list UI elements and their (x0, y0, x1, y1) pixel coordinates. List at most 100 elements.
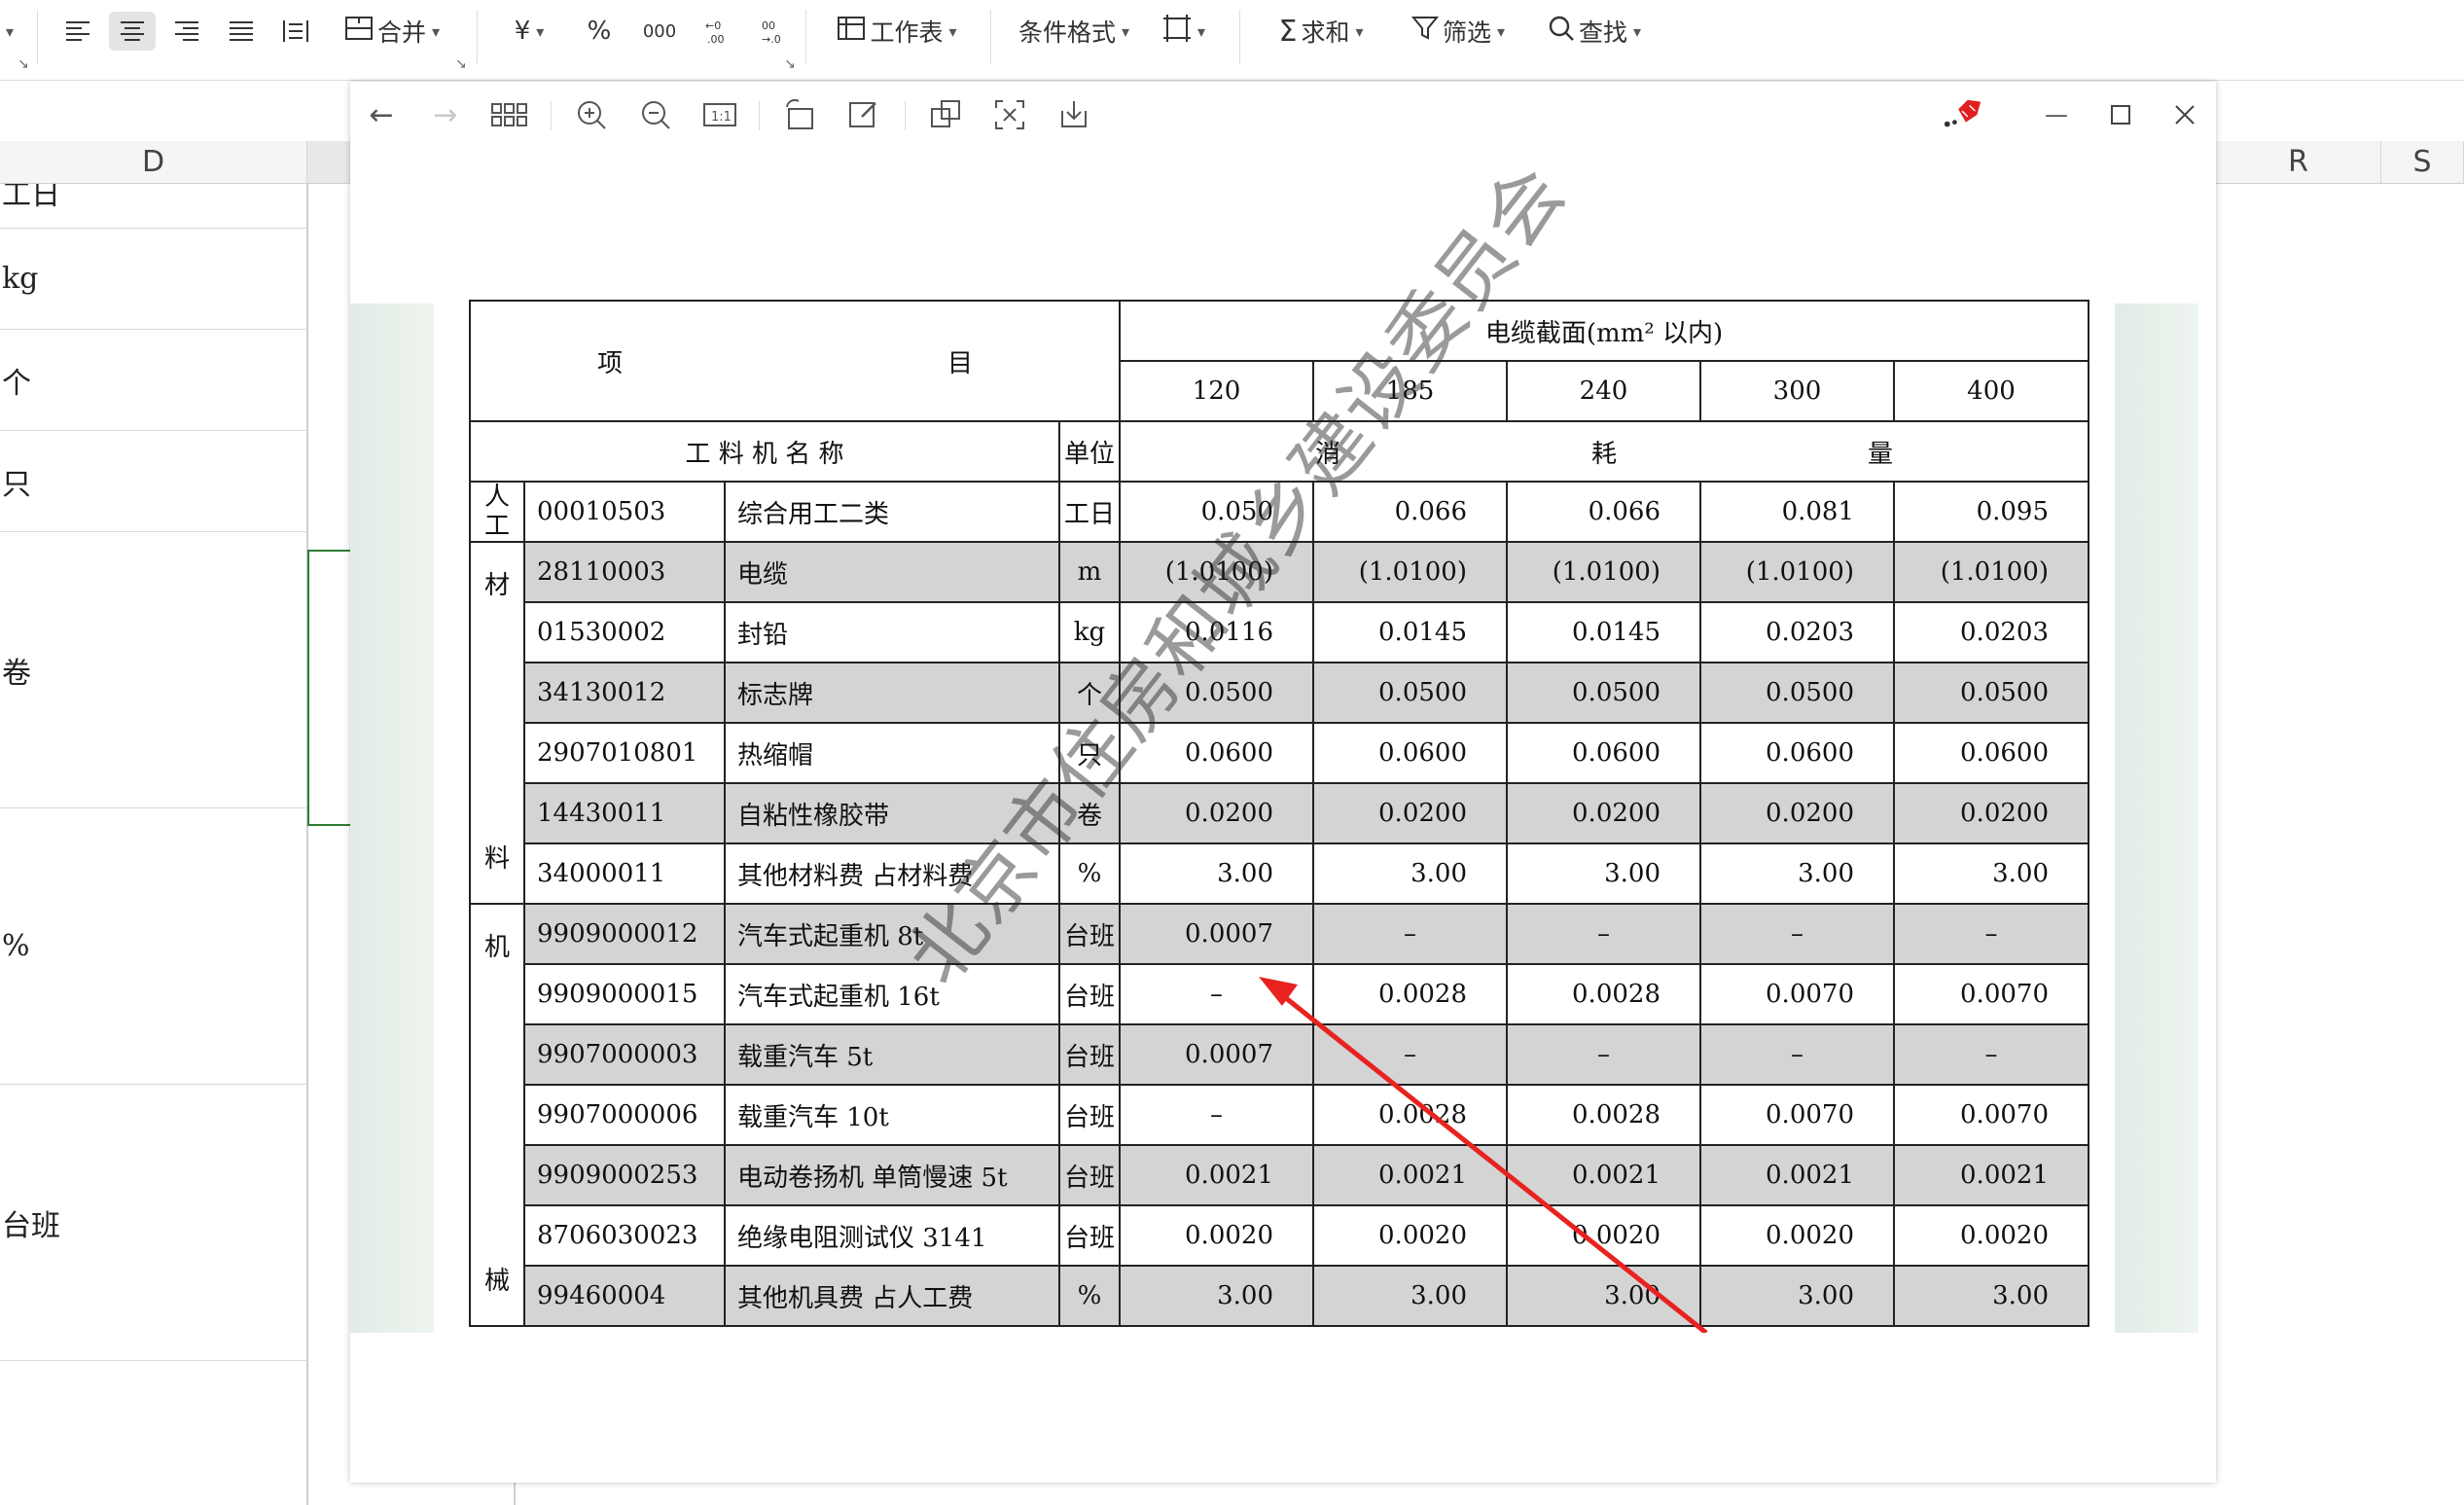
item-code: 9909000012 (523, 903, 726, 965)
consumption-value: 3.00 (1699, 1265, 1895, 1327)
zoom-out-icon[interactable] (634, 93, 677, 136)
sum-button[interactable]: Σ 求和 ▾ (1263, 12, 1379, 51)
item-code: 9907000003 (523, 1023, 726, 1086)
screenshot-icon[interactable] (988, 93, 1031, 136)
border-icon (1162, 14, 1192, 50)
item-name: 其他机具费 占人工费 (724, 1265, 1060, 1327)
percent-format-button[interactable]: % (576, 12, 623, 51)
align-center-icon[interactable] (109, 12, 156, 51)
sheet-cell[interactable]: 台班 (0, 1085, 307, 1361)
size-header: 185 (1312, 360, 1508, 422)
chevron-down-icon: ▾ (1121, 21, 1130, 41)
item-unit: 台班 (1058, 903, 1121, 965)
size-header: 400 (1893, 360, 2089, 422)
column-header-d[interactable]: D (0, 141, 307, 184)
consumption-value: 0.0145 (1312, 601, 1508, 663)
sheet-cell[interactable]: 卷 (0, 532, 307, 808)
chevron-down-icon[interactable]: ▾ (0, 12, 14, 51)
item-unit: 台班 (1058, 1144, 1121, 1206)
item-unit: 工日 (1058, 481, 1121, 543)
table-row: 9907000006 载重汽车 10t 台班 –0.0028 0.0028 0.0070 0… (470, 1084, 2089, 1146)
column-label: R (2288, 145, 2308, 179)
item-name: 汽车式起重机 8t (724, 903, 1060, 965)
cell-text: 工日 (2, 184, 60, 212)
image-tools-icon[interactable] (924, 93, 967, 136)
item-name: 电缆 (724, 541, 1060, 603)
consumption-value: 0.0500 (1699, 662, 1895, 724)
consumption-char: 量 (1867, 439, 1893, 469)
zoom-in-icon[interactable] (570, 93, 613, 136)
maximize-icon[interactable] (2099, 93, 2142, 136)
increase-decimal-icon[interactable]: ←0.00 (693, 12, 743, 51)
minimize-icon[interactable]: — (2035, 93, 2078, 136)
image-edge-left (350, 304, 434, 1333)
item-code: 8706030023 (523, 1204, 726, 1267)
consumption-value: – (1506, 903, 1701, 965)
distributed-align-icon[interactable] (274, 12, 317, 51)
dialog-launcher-icon[interactable]: ↘ (455, 56, 467, 72)
column-header[interactable] (307, 141, 356, 184)
conditional-format-button[interactable]: 条件格式 ▾ (1012, 12, 1132, 51)
grid-view-icon[interactable] (488, 93, 531, 136)
item-name: 综合用工二类 (724, 481, 1060, 543)
table-row: 8706030023 绝缘电阻测试仪 3141 台班 0.0020 0.0020 0.00… (470, 1204, 2089, 1267)
consumption-value: 0.0020 (1312, 1204, 1508, 1267)
item-name: 电动卷扬机 单筒慢速 5t (724, 1144, 1060, 1206)
rotate-icon[interactable] (778, 93, 821, 136)
item-unit: % (1058, 1265, 1121, 1327)
justify-icon[interactable] (220, 12, 263, 51)
consumption-value: 0.0021 (1119, 1144, 1314, 1206)
consumption-value: 0.0028 (1312, 963, 1508, 1025)
consumption-value: – (1119, 963, 1314, 1025)
item-unit: 台班 (1058, 1204, 1121, 1267)
group-labor: 人工 (469, 481, 525, 543)
sheet-cell[interactable] (0, 1361, 307, 1505)
download-icon[interactable] (1053, 93, 1095, 136)
item-code: 9909000015 (523, 963, 726, 1025)
dialog-launcher-icon[interactable]: ↘ (18, 56, 29, 72)
consumption-value: 0.066 (1506, 481, 1701, 543)
sheet-cell[interactable]: 只 (0, 431, 307, 532)
consumption-value: 0.0500 (1893, 662, 2089, 724)
consumption-value: 3.00 (1893, 1265, 2089, 1327)
back-arrow-icon[interactable]: ← (360, 93, 403, 136)
filter-button[interactable]: 筛选 ▾ (1401, 12, 1516, 51)
divider (759, 101, 760, 130)
close-icon[interactable] (2163, 93, 2206, 136)
worksheet-button[interactable]: 工作表 ▾ (827, 12, 967, 51)
sheet-cell[interactable]: kg (0, 229, 307, 330)
consumption-value: – (1699, 903, 1895, 965)
consumption-value: – (1506, 1023, 1701, 1086)
quota-table: 项目电缆截面(mm² 以内) 120 185 240 300 400 工 料 机 名 称单位… (469, 300, 2089, 1327)
decrease-decimal-icon[interactable]: 00 →.0 (749, 12, 800, 51)
item-unit: 台班 (1058, 1084, 1121, 1146)
table-row: 材料 28110003 电缆 m (1.0100) (1.0100) (1.0100) (1.… (469, 541, 2089, 905)
group-char: 料 (483, 843, 510, 874)
edit-icon[interactable] (842, 93, 885, 136)
item-name: 绝缘电阻测试仪 3141 (724, 1204, 1060, 1267)
align-right-icon[interactable] (165, 12, 208, 51)
dialog-launcher-icon[interactable]: ↘ (784, 56, 796, 72)
border-button[interactable]: ▾ (1150, 12, 1218, 51)
sheet-cell[interactable]: 工日 (0, 184, 307, 229)
item-unit: m (1058, 541, 1121, 603)
align-left-icon[interactable] (56, 12, 99, 51)
sheet-cell[interactable]: 个 (0, 330, 307, 431)
currency-format-button[interactable]: ¥ ▾ (498, 12, 560, 51)
yuan-icon: ¥ (514, 17, 531, 46)
actual-size-icon[interactable]: 1:1 (698, 93, 741, 136)
find-button[interactable]: 查找 ▾ (1537, 12, 1652, 51)
item-name: 标志牌 (724, 662, 1060, 724)
consumption-value: 0.0070 (1893, 1084, 2089, 1146)
svg-text:1:1: 1:1 (711, 110, 732, 125)
svg-text:00: 00 (762, 19, 775, 32)
merge-button[interactable]: 合并 ▾ (335, 12, 449, 51)
table-row: 01530002 封铅 kg 0.0116 0.0145 0.0145 0.0203 0.02… (470, 601, 2089, 663)
sheet-cell[interactable]: % (0, 808, 307, 1085)
sticker-icon[interactable] (1942, 93, 1984, 136)
forward-arrow-icon[interactable]: → (424, 93, 467, 136)
thousands-separator-button[interactable]: 000 (634, 12, 685, 51)
column-header-s[interactable]: S (2381, 141, 2464, 184)
column-header-r[interactable]: R (2216, 141, 2381, 184)
filter-icon (1411, 15, 1440, 49)
